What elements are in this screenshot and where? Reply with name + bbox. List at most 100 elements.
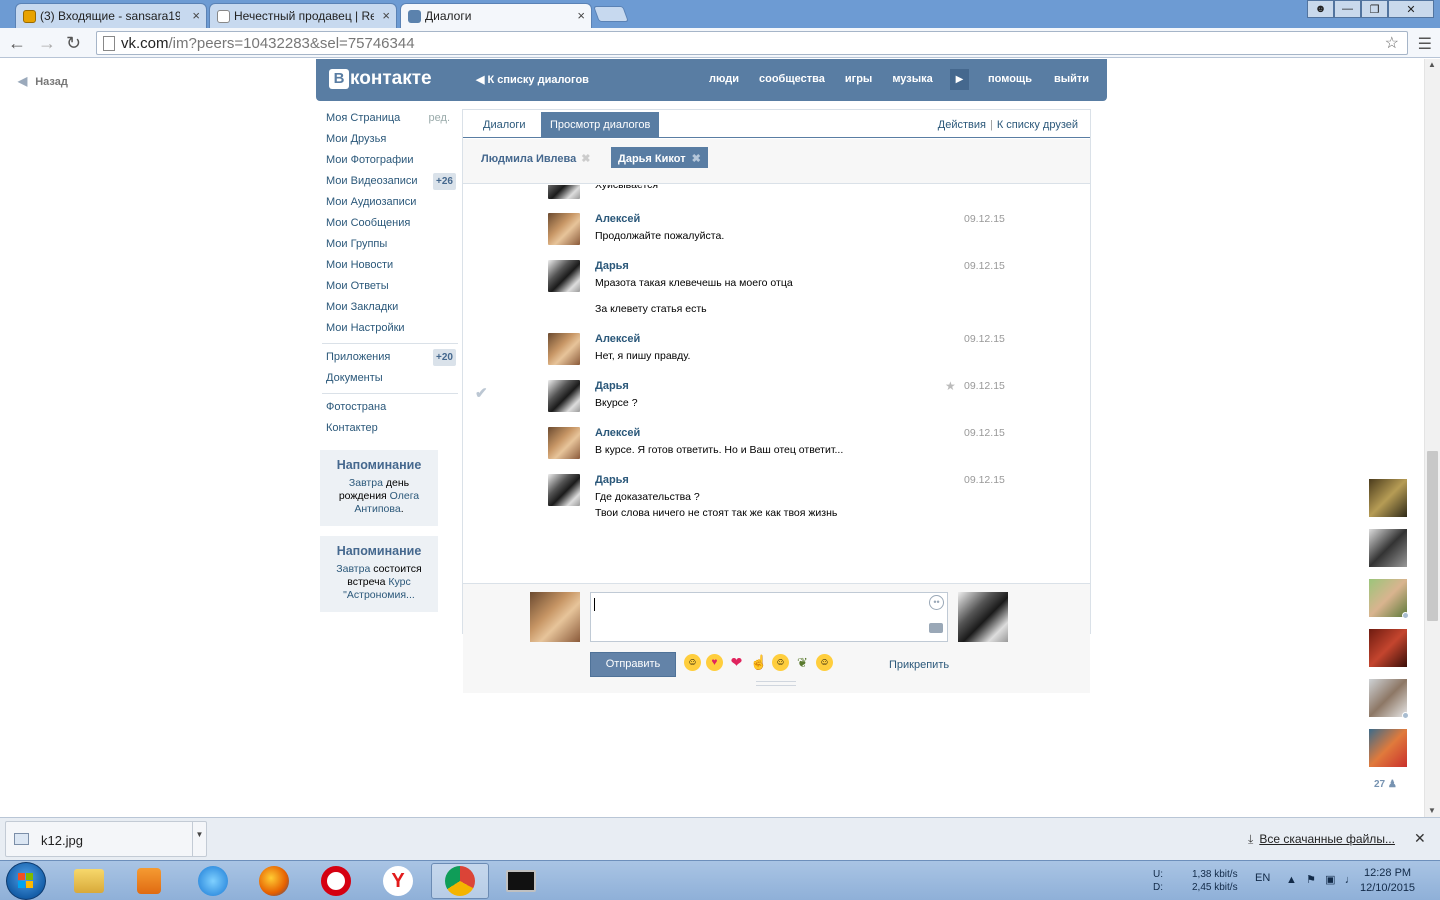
menu-documents[interactable]: Документы <box>320 369 460 390</box>
nav-help[interactable]: помощь <box>988 73 1032 85</box>
address-bar[interactable]: vk.com/im?peers=10432283&sel=75746344 ☆ <box>96 31 1408 55</box>
volume-icon[interactable]: ♩ <box>1345 874 1356 886</box>
forward-arrow-icon[interactable]: → <box>38 33 56 54</box>
menu-icon[interactable]: ☰ <box>1418 34 1432 54</box>
bottle-icon[interactable]: ❦ <box>794 654 811 671</box>
chevron-down-icon[interactable]: ▼ <box>192 822 206 856</box>
star-icon[interactable]: ★ <box>945 379 956 393</box>
message-author[interactable]: Дарья <box>595 474 629 486</box>
friend-avatar[interactable] <box>1369 579 1409 619</box>
network-icon[interactable]: ▣ <box>1325 874 1335 886</box>
scroll-up-icon[interactable]: ▲ <box>1428 60 1436 69</box>
scrollbar-thumb[interactable] <box>1427 451 1438 621</box>
avatar[interactable] <box>548 213 580 245</box>
nav-communities[interactable]: сообщества <box>759 73 825 85</box>
read-check-icon[interactable]: ✔ <box>475 384 488 402</box>
tab-dialogs[interactable]: Диалоги <box>483 119 526 131</box>
download-item[interactable]: k12.jpg ▼ <box>5 821 207 857</box>
menu-fotostrana[interactable]: Фотострана <box>320 398 460 419</box>
message-author[interactable]: Алексей <box>595 333 640 345</box>
nav-people[interactable]: люди <box>709 73 739 85</box>
language-indicator[interactable]: EN <box>1255 872 1270 884</box>
menu-kontakter[interactable]: Контактер <box>320 419 460 440</box>
tray-expand-icon[interactable]: ▲ <box>1286 874 1297 886</box>
menu-apps[interactable]: Приложения +20 <box>320 348 460 369</box>
nav-music[interactable]: музыка <box>892 73 932 85</box>
system-clock[interactable]: 12:28 PM 12/10/2015 <box>1360 866 1415 896</box>
friend-avatar[interactable] <box>1369 679 1409 719</box>
laughing-emoji-icon[interactable]: ☺ <box>684 654 701 671</box>
close-tab-icon[interactable]: × <box>192 8 200 23</box>
friend-avatar[interactable] <box>1369 629 1407 667</box>
avatar[interactable] <box>548 333 580 365</box>
taskbar-media[interactable] <box>120 863 178 899</box>
taskbar-firefox[interactable] <box>245 863 303 899</box>
send-button[interactable]: Отправить <box>590 652 676 677</box>
friend-avatar[interactable] <box>1369 729 1407 767</box>
attach-link[interactable]: Прикрепить <box>889 659 949 671</box>
menu-my-settings[interactable]: Мои Настройки <box>320 319 460 340</box>
minimize-button[interactable]: — <box>1334 0 1361 18</box>
peer-chip-selected[interactable]: Дарья Кикот ✖ <box>611 147 708 168</box>
menu-my-videos[interactable]: Мои Видеозаписи +26 <box>320 172 460 193</box>
browser-tab-seller[interactable]: Нечестный продавец | Re × <box>209 3 397 28</box>
menu-my-messages[interactable]: Мои Сообщения <box>320 214 460 235</box>
taskbar-opera[interactable] <box>307 863 365 899</box>
play-icon[interactable]: ▶ <box>950 69 969 90</box>
taskbar-ie[interactable] <box>184 863 242 899</box>
avatar[interactable] <box>548 474 580 506</box>
friends-online-count[interactable]: 27 ♟ <box>1374 779 1412 790</box>
close-icon[interactable]: ✖ <box>581 153 590 165</box>
browser-tab-dialogs[interactable]: Диалоги × <box>400 3 592 28</box>
menu-my-photos[interactable]: Мои Фотографии <box>320 151 460 172</box>
vk-logo[interactable]: B контакте <box>329 68 432 90</box>
start-button[interactable] <box>6 862 46 900</box>
menu-my-audio[interactable]: Мои Аудиозаписи <box>320 193 460 214</box>
friend-avatar[interactable] <box>1369 529 1407 567</box>
peer-avatar[interactable] <box>958 592 1008 642</box>
heart-eyes-emoji-icon[interactable]: ♥ <box>706 654 723 671</box>
nav-games[interactable]: игры <box>845 73 872 85</box>
taskbar-explorer[interactable] <box>60 863 118 899</box>
taskbar-cmd[interactable] <box>492 863 550 899</box>
action-center-flag-icon[interactable]: ⚑ <box>1306 874 1316 886</box>
message-author[interactable]: Алексей <box>595 427 640 439</box>
message-author[interactable]: Алексей <box>595 213 640 225</box>
message-author[interactable]: Дарья <box>595 380 629 392</box>
menu-my-news[interactable]: Мои Новости <box>320 256 460 277</box>
close-tab-icon[interactable]: × <box>577 8 585 23</box>
menu-my-bookmarks[interactable]: Мои Закладки <box>320 298 460 319</box>
message-input[interactable] <box>590 592 948 642</box>
nav-logout[interactable]: выйти <box>1054 73 1089 85</box>
all-downloads-link[interactable]: ⤓ Все скачанные файлы... <box>1248 832 1395 847</box>
restore-button[interactable]: ❐ <box>1361 0 1388 18</box>
thumbs-up-icon[interactable]: ☝ <box>750 654 767 671</box>
resize-grip[interactable] <box>756 681 796 686</box>
back-arrow-icon[interactable]: ← <box>8 33 26 54</box>
edit-link[interactable]: ред. <box>429 112 450 124</box>
tab-view-dialogs[interactable]: Просмотр диалогов <box>541 112 660 137</box>
back-link[interactable]: ◀ Назад <box>18 74 68 88</box>
kiss-lips-icon[interactable]: ❤ <box>728 654 745 671</box>
close-tab-icon[interactable]: × <box>382 8 390 23</box>
user-icon[interactable]: ☻ <box>1307 0 1334 18</box>
new-tab-button[interactable] <box>593 6 629 22</box>
close-icon[interactable]: ✕ <box>1414 830 1426 847</box>
menu-my-answers[interactable]: Мои Ответы <box>320 277 460 298</box>
message-author[interactable]: Дарья <box>595 260 629 272</box>
bookmark-star-icon[interactable]: ☆ <box>1385 33 1399 53</box>
back-to-dialogs-link[interactable]: ◀ К списку диалогов <box>476 73 589 86</box>
taskbar-chrome[interactable] <box>431 863 489 899</box>
browser-tab-inbox[interactable]: (3) Входящие - sansara19 × <box>15 3 207 28</box>
menu-my-groups[interactable]: Мои Группы <box>320 235 460 256</box>
to-friends-link[interactable]: К списку друзей <box>997 119 1078 131</box>
reload-icon[interactable]: ↻ <box>66 33 81 54</box>
actions-link[interactable]: Действия <box>938 119 986 131</box>
close-window-button[interactable]: ✕ <box>1388 0 1434 18</box>
wink-emoji-icon[interactable]: ☺ <box>772 654 789 671</box>
menu-my-page[interactable]: Моя Страница ред. <box>320 109 460 130</box>
avatar[interactable] <box>548 427 580 459</box>
page-scrollbar[interactable]: ▲ ▼ <box>1424 59 1440 817</box>
peer-chip[interactable]: Людмила Ивлева ✖ <box>481 152 590 165</box>
taskbar-yandex[interactable]: Y <box>369 863 427 899</box>
